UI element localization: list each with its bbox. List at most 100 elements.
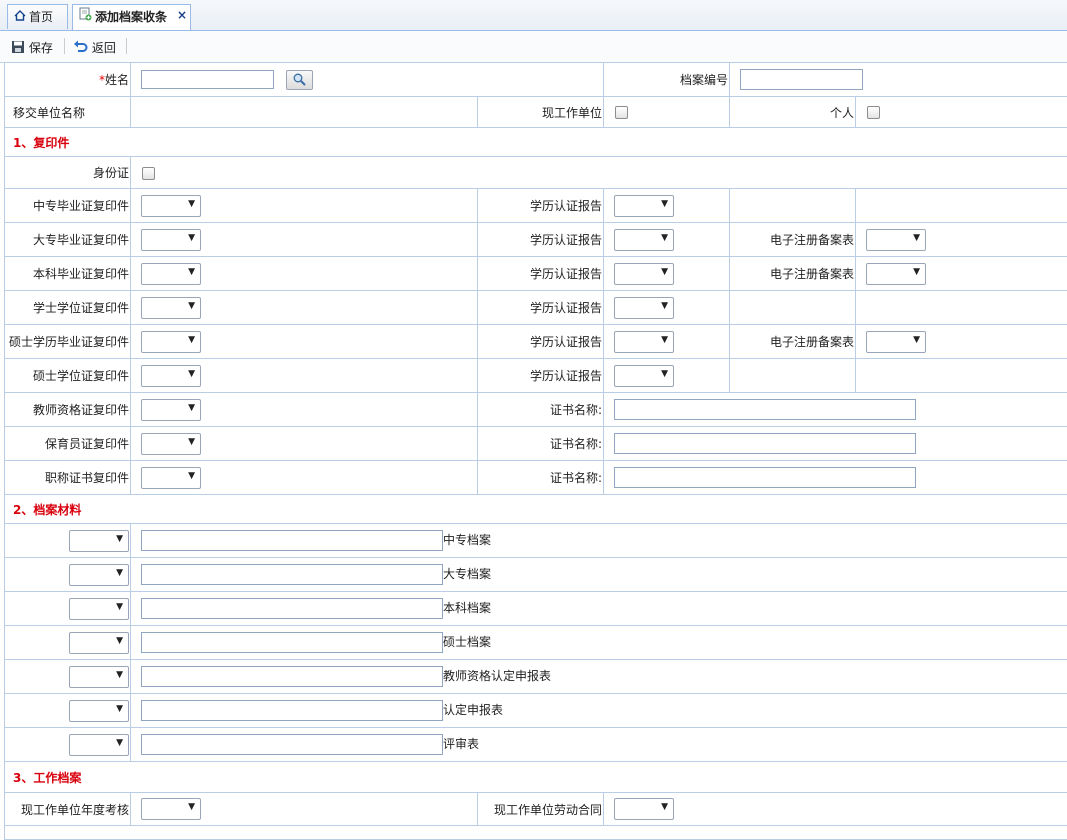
name-input-cell: [131, 63, 604, 97]
cert-name-cell: [604, 461, 1067, 495]
material-label: 教师资格认定申报表: [443, 669, 551, 683]
verify-select-cell: [604, 257, 730, 291]
material-input[interactable]: [141, 632, 443, 653]
annual-review-label: 现工作单位年度考核: [5, 793, 131, 826]
register-select[interactable]: [866, 229, 926, 251]
register-select-cell: [856, 223, 1067, 257]
save-label: 保存: [29, 41, 53, 55]
tab-add-archive-receipt[interactable]: 添加档案收条 ×: [72, 4, 191, 30]
search-lookup-button[interactable]: [286, 70, 313, 90]
copy-select[interactable]: [141, 195, 201, 217]
current-unit-label: 现工作单位: [478, 97, 604, 128]
material-select[interactable]: [69, 700, 129, 722]
copy-row-label: 本科毕业证复印件: [5, 257, 131, 291]
material-select[interactable]: [69, 530, 129, 552]
cert-copy-select[interactable]: [141, 399, 201, 421]
material-select-cell: [5, 558, 131, 592]
register-label: 电子注册备案表: [730, 223, 856, 257]
toolbar: 保存 返回: [0, 31, 1067, 63]
current-unit-checkbox[interactable]: [615, 106, 628, 119]
copy-select[interactable]: [141, 365, 201, 387]
material-label: 中专档案: [443, 533, 491, 547]
back-label: 返回: [92, 41, 116, 55]
material-select[interactable]: [69, 632, 129, 654]
material-input[interactable]: [141, 530, 443, 551]
empty-cell: [856, 359, 1067, 393]
cert-copy-select[interactable]: [141, 433, 201, 455]
copy-select[interactable]: [141, 297, 201, 319]
material-input[interactable]: [141, 666, 443, 687]
register-select[interactable]: [866, 263, 926, 285]
section-2-title: 2、档案材料: [5, 495, 1067, 524]
empty-cell: [856, 189, 1067, 223]
cert-copy-label: 教师资格证复印件: [5, 393, 131, 427]
material-select-cell: [5, 660, 131, 694]
copy-row-label: 学士学位证复印件: [5, 291, 131, 325]
cert-name-cell: [604, 427, 1067, 461]
copy-select-cell: [131, 359, 478, 393]
section-1-title: 1、复印件: [5, 128, 1067, 157]
archive-receipt-form: *姓名 档案编号 移交单位名称 现工作单位 个人 1、复印件 身份证 中专毕业证…: [4, 62, 1067, 840]
toolbar-separator: [64, 38, 65, 54]
id-card-checkbox[interactable]: [142, 167, 155, 180]
register-select[interactable]: [866, 331, 926, 353]
cert-name-input[interactable]: [614, 467, 916, 488]
copy-select[interactable]: [141, 263, 201, 285]
verify-report-select[interactable]: [614, 297, 674, 319]
archive-no-label: 档案编号: [604, 63, 730, 97]
copy-select[interactable]: [141, 331, 201, 353]
material-select-cell: [5, 728, 131, 762]
verify-report-select[interactable]: [614, 263, 674, 285]
back-button[interactable]: 返回: [73, 39, 116, 56]
verify-report-label: 学历认证报告: [478, 359, 604, 393]
material-input[interactable]: [141, 734, 443, 755]
personal-checkbox[interactable]: [867, 106, 880, 119]
material-input[interactable]: [141, 564, 443, 585]
cert-copy-label: 职称证书复印件: [5, 461, 131, 495]
toolbar-separator: [126, 38, 127, 54]
empty-cell: [856, 291, 1067, 325]
material-select[interactable]: [69, 564, 129, 586]
verify-report-select[interactable]: [614, 229, 674, 251]
copy-row-label: 中专毕业证复印件: [5, 189, 131, 223]
close-tab-icon[interactable]: ×: [177, 3, 187, 27]
material-select[interactable]: [69, 734, 129, 756]
material-select-cell: [5, 524, 131, 558]
copy-select[interactable]: [141, 229, 201, 251]
save-button[interactable]: 保存: [11, 39, 53, 56]
archive-number-input[interactable]: [740, 69, 863, 90]
verify-select-cell: [604, 325, 730, 359]
material-select[interactable]: [69, 666, 129, 688]
labor-contract-select[interactable]: [614, 798, 674, 820]
tab-home[interactable]: 首页: [7, 4, 68, 29]
annual-review-select[interactable]: [141, 798, 201, 820]
verify-report-select[interactable]: [614, 331, 674, 353]
verify-report-select[interactable]: [614, 195, 674, 217]
material-label: 评审表: [443, 737, 479, 751]
verify-select-cell: [604, 291, 730, 325]
personal-cell: [856, 97, 1067, 128]
tab-bar: 首页 添加档案收条 ×: [0, 0, 1067, 31]
transfer-unit-value: [131, 97, 478, 128]
back-arrow-icon: [73, 41, 92, 55]
material-cell: 硕士档案: [131, 626, 1067, 660]
material-input[interactable]: [141, 700, 443, 721]
verify-report-select[interactable]: [614, 365, 674, 387]
name-input[interactable]: [141, 70, 274, 89]
cert-name-input[interactable]: [614, 399, 916, 420]
cert-name-input[interactable]: [614, 433, 916, 454]
save-icon: [11, 41, 29, 55]
cert-select-cell: [131, 461, 478, 495]
copy-select-cell: [131, 189, 478, 223]
material-input[interactable]: [141, 598, 443, 619]
section-3-title: 3、工作档案: [5, 762, 1067, 793]
tab-active-label: 添加档案收条: [95, 10, 167, 24]
cert-copy-select[interactable]: [141, 467, 201, 489]
id-card-cell: [131, 157, 1067, 189]
material-cell: 本科档案: [131, 592, 1067, 626]
id-card-label: 身份证: [5, 157, 131, 189]
material-cell: 教师资格认定申报表: [131, 660, 1067, 694]
material-select[interactable]: [69, 598, 129, 620]
verify-report-label: 学历认证报告: [478, 223, 604, 257]
cert-copy-label: 保育员证复印件: [5, 427, 131, 461]
